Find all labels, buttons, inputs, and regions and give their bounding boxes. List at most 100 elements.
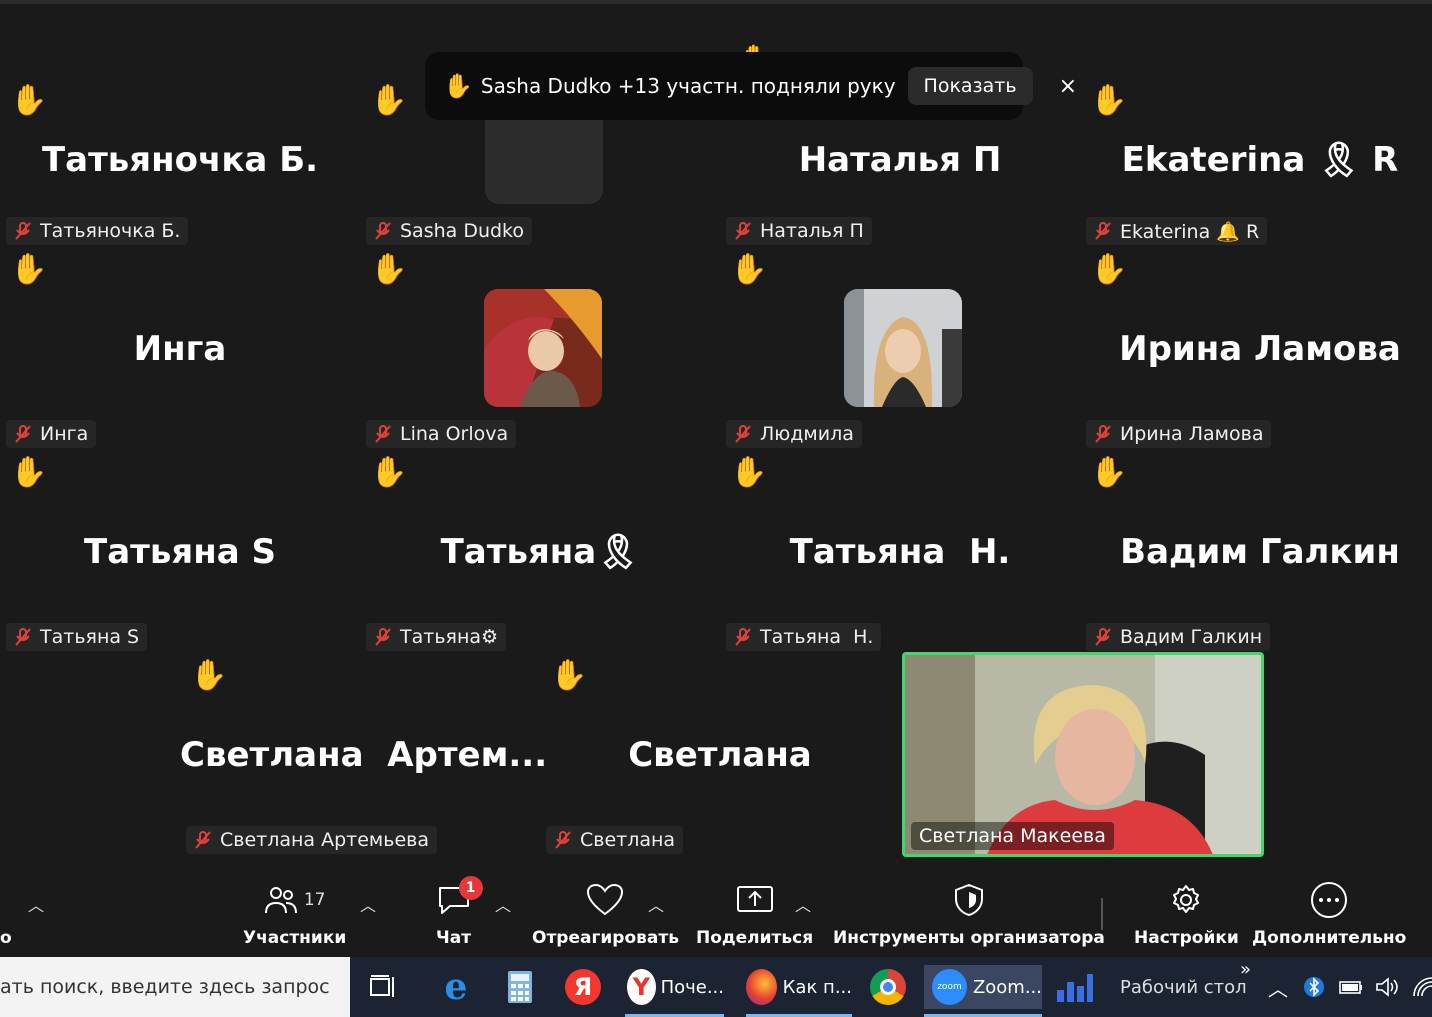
name-tag-label: Lina Orlova xyxy=(400,423,509,445)
muted-mic-icon xyxy=(375,628,391,646)
settings-button[interactable]: Настройки xyxy=(1134,880,1239,948)
video-tile[interactable]: ✋ Вадим Галкин Вадим Галкин xyxy=(1080,448,1432,651)
chevron-up-icon[interactable]: ︿ xyxy=(360,892,376,916)
chevron-right-icon[interactable]: » xyxy=(1240,959,1251,980)
bar-chart-icon xyxy=(1057,974,1093,1002)
tray-volume[interactable] xyxy=(1374,965,1400,1009)
chevron-up-icon[interactable]: ︿ xyxy=(28,892,44,916)
settings-label: Настройки xyxy=(1134,928,1239,948)
host-tools-button[interactable]: Инструменты организатора xyxy=(833,880,1105,948)
muted-mic-icon xyxy=(1095,425,1111,443)
video-tile[interactable]: ✋ Инга Инга xyxy=(0,245,360,448)
toolbar-left-label: о xyxy=(0,928,12,948)
video-tile[interactable]: ✋ Татьяночка Б. Татьяночка Б. xyxy=(0,42,360,245)
tray-battery[interactable] xyxy=(1338,965,1364,1009)
raised-hand-icon: ✋ xyxy=(370,455,408,490)
participant-display-name: Вадим Галкин xyxy=(1120,532,1400,572)
participant-display-name: Татьяна Н. xyxy=(789,532,1011,572)
muted-mic-icon xyxy=(375,222,391,240)
chevron-up-icon[interactable]: ︿ xyxy=(495,892,511,916)
muted-mic-icon xyxy=(15,628,31,646)
chat-label: Чат xyxy=(436,928,472,948)
taskbar-firefox[interactable]: Как п... xyxy=(746,965,852,1017)
video-tile[interactable]: ✋ Ирина Ламова Ирина Ламова xyxy=(1080,245,1432,448)
participant-display-name: Татьяночка Б. xyxy=(41,140,319,180)
name-tag-label: Ekaterina 🔔 R xyxy=(1120,220,1260,243)
meeting-toolbar: о ︿ 17 Участники ︿ 1 Чат ︿ Отреагировать… xyxy=(0,868,1432,957)
calculator-icon xyxy=(508,971,532,1003)
tray-overflow-button[interactable]: ︿ xyxy=(1268,965,1288,1009)
chat-button[interactable]: 1 Чат xyxy=(436,876,483,948)
taskbar-chart-app[interactable] xyxy=(1055,965,1095,1009)
name-tag-label: Sasha Dudko xyxy=(400,220,525,242)
participants-button[interactable]: 17 Участники xyxy=(243,880,346,948)
avatar xyxy=(844,289,962,407)
name-tag-label: Татьяночка Б. xyxy=(40,220,181,242)
video-tile[interactable]: ✋ Людмила xyxy=(720,245,1080,448)
taskbar-internet-explorer[interactable]: e xyxy=(438,965,474,1009)
tray-bluetooth[interactable] xyxy=(1304,965,1324,1009)
bluetooth-icon xyxy=(1304,977,1324,997)
raised-hand-icon: ✋ xyxy=(1090,252,1128,287)
name-tag-label: Светлана xyxy=(580,829,676,851)
wifi-icon xyxy=(1413,977,1432,997)
react-label: Отреагировать xyxy=(532,928,679,948)
taskbar-calculator[interactable] xyxy=(505,965,535,1009)
shield-icon xyxy=(954,883,983,917)
participant-name-tag: Ekaterina 🔔 R xyxy=(1086,217,1268,245)
chevron-up-icon[interactable]: ︿ xyxy=(795,892,811,916)
name-tag-label: Татьяна⚙ xyxy=(400,626,499,648)
close-icon[interactable]: × xyxy=(1059,74,1077,99)
taskbar-yandex-browser[interactable]: Y Поче... xyxy=(625,965,724,1017)
name-tag-label: Светлана Макеева xyxy=(919,825,1106,847)
participant-name-tag: Татьяна⚙ xyxy=(366,623,507,651)
raised-hand-icon: ✋ xyxy=(730,455,768,490)
muted-mic-icon xyxy=(555,831,571,849)
chevron-up-icon[interactable]: ︿ xyxy=(648,892,664,916)
toolbar-divider xyxy=(1101,898,1103,930)
video-tile[interactable]: ✋ Светлана Артем... Светлана Артемьева xyxy=(180,651,547,854)
muted-mic-icon xyxy=(195,831,211,849)
muted-mic-icon xyxy=(15,425,31,443)
video-tile[interactable]: ✋ Ekaterina 🎗 R Ekaterina 🔔 R xyxy=(1080,42,1432,245)
taskbar-zoom[interactable]: zoom Zoom... xyxy=(924,965,1042,1017)
video-tile[interactable]: ✋ Lina Orlova xyxy=(360,245,720,448)
video-tile[interactable]: ✋ Светлана Светлана xyxy=(540,651,900,854)
muted-mic-icon xyxy=(1095,222,1111,240)
desktop-toolbar[interactable]: Рабочий стол xyxy=(1120,965,1247,1009)
task-view-icon xyxy=(370,975,394,997)
taskbar-chrome[interactable] xyxy=(870,965,906,1009)
desktop-label: Рабочий стол xyxy=(1120,976,1247,998)
video-tile[interactable]: ✋ Татьяна🎗 Татьяна⚙ xyxy=(360,448,720,651)
show-button[interactable]: Показать xyxy=(907,67,1033,105)
name-tag-label: Инга xyxy=(40,423,89,445)
zoom-icon: zoom xyxy=(932,969,967,1005)
taskbar-yandex[interactable]: Я xyxy=(565,965,601,1009)
name-tag-label: Людмила xyxy=(760,423,854,445)
taskbar-search-input[interactable]: ать поиск, введите здесь запрос xyxy=(0,957,350,1017)
participant-display-name: Ekaterina 🎗 R xyxy=(1121,140,1399,180)
raised-hand-icon: ✋ xyxy=(550,658,588,693)
video-tile[interactable]: ✋ Татьяна Н. Татьяна Н. xyxy=(720,448,1080,651)
participants-count: 17 xyxy=(303,890,326,910)
unread-badge: 1 xyxy=(458,876,483,900)
task-view-button[interactable] xyxy=(368,965,398,1009)
more-button[interactable]: Дополнительно xyxy=(1252,880,1406,948)
volume-icon xyxy=(1376,977,1398,997)
participant-name-tag: Татьяночка Б. xyxy=(6,217,189,245)
name-tag-label: Татьяна S xyxy=(40,626,140,648)
video-tile[interactable]: ✋ Татьяна S Татьяна S xyxy=(0,448,360,651)
tray-wifi[interactable] xyxy=(1410,965,1432,1009)
raised-hand-notification: ✋ Sasha Dudko +13 участн. подняли руку П… xyxy=(425,52,1077,120)
muted-mic-icon xyxy=(375,425,391,443)
name-tag-label: Татьяна Н. xyxy=(760,626,874,648)
participant-name-tag: Татьяна Н. xyxy=(726,623,882,651)
participant-display-name: Наталья П xyxy=(798,140,1002,180)
active-speaker-video[interactable]: Светлана Макеева xyxy=(902,652,1264,857)
participant-display-name: Татьяна🎗 xyxy=(440,532,640,572)
more-label: Дополнительно xyxy=(1252,928,1407,948)
name-tag-label: Наталья П xyxy=(760,220,864,242)
participant-display-name: Ирина Ламова xyxy=(1119,329,1401,369)
participants-label: Участники xyxy=(243,928,347,948)
raised-hand-icon: ✋ xyxy=(370,252,408,287)
